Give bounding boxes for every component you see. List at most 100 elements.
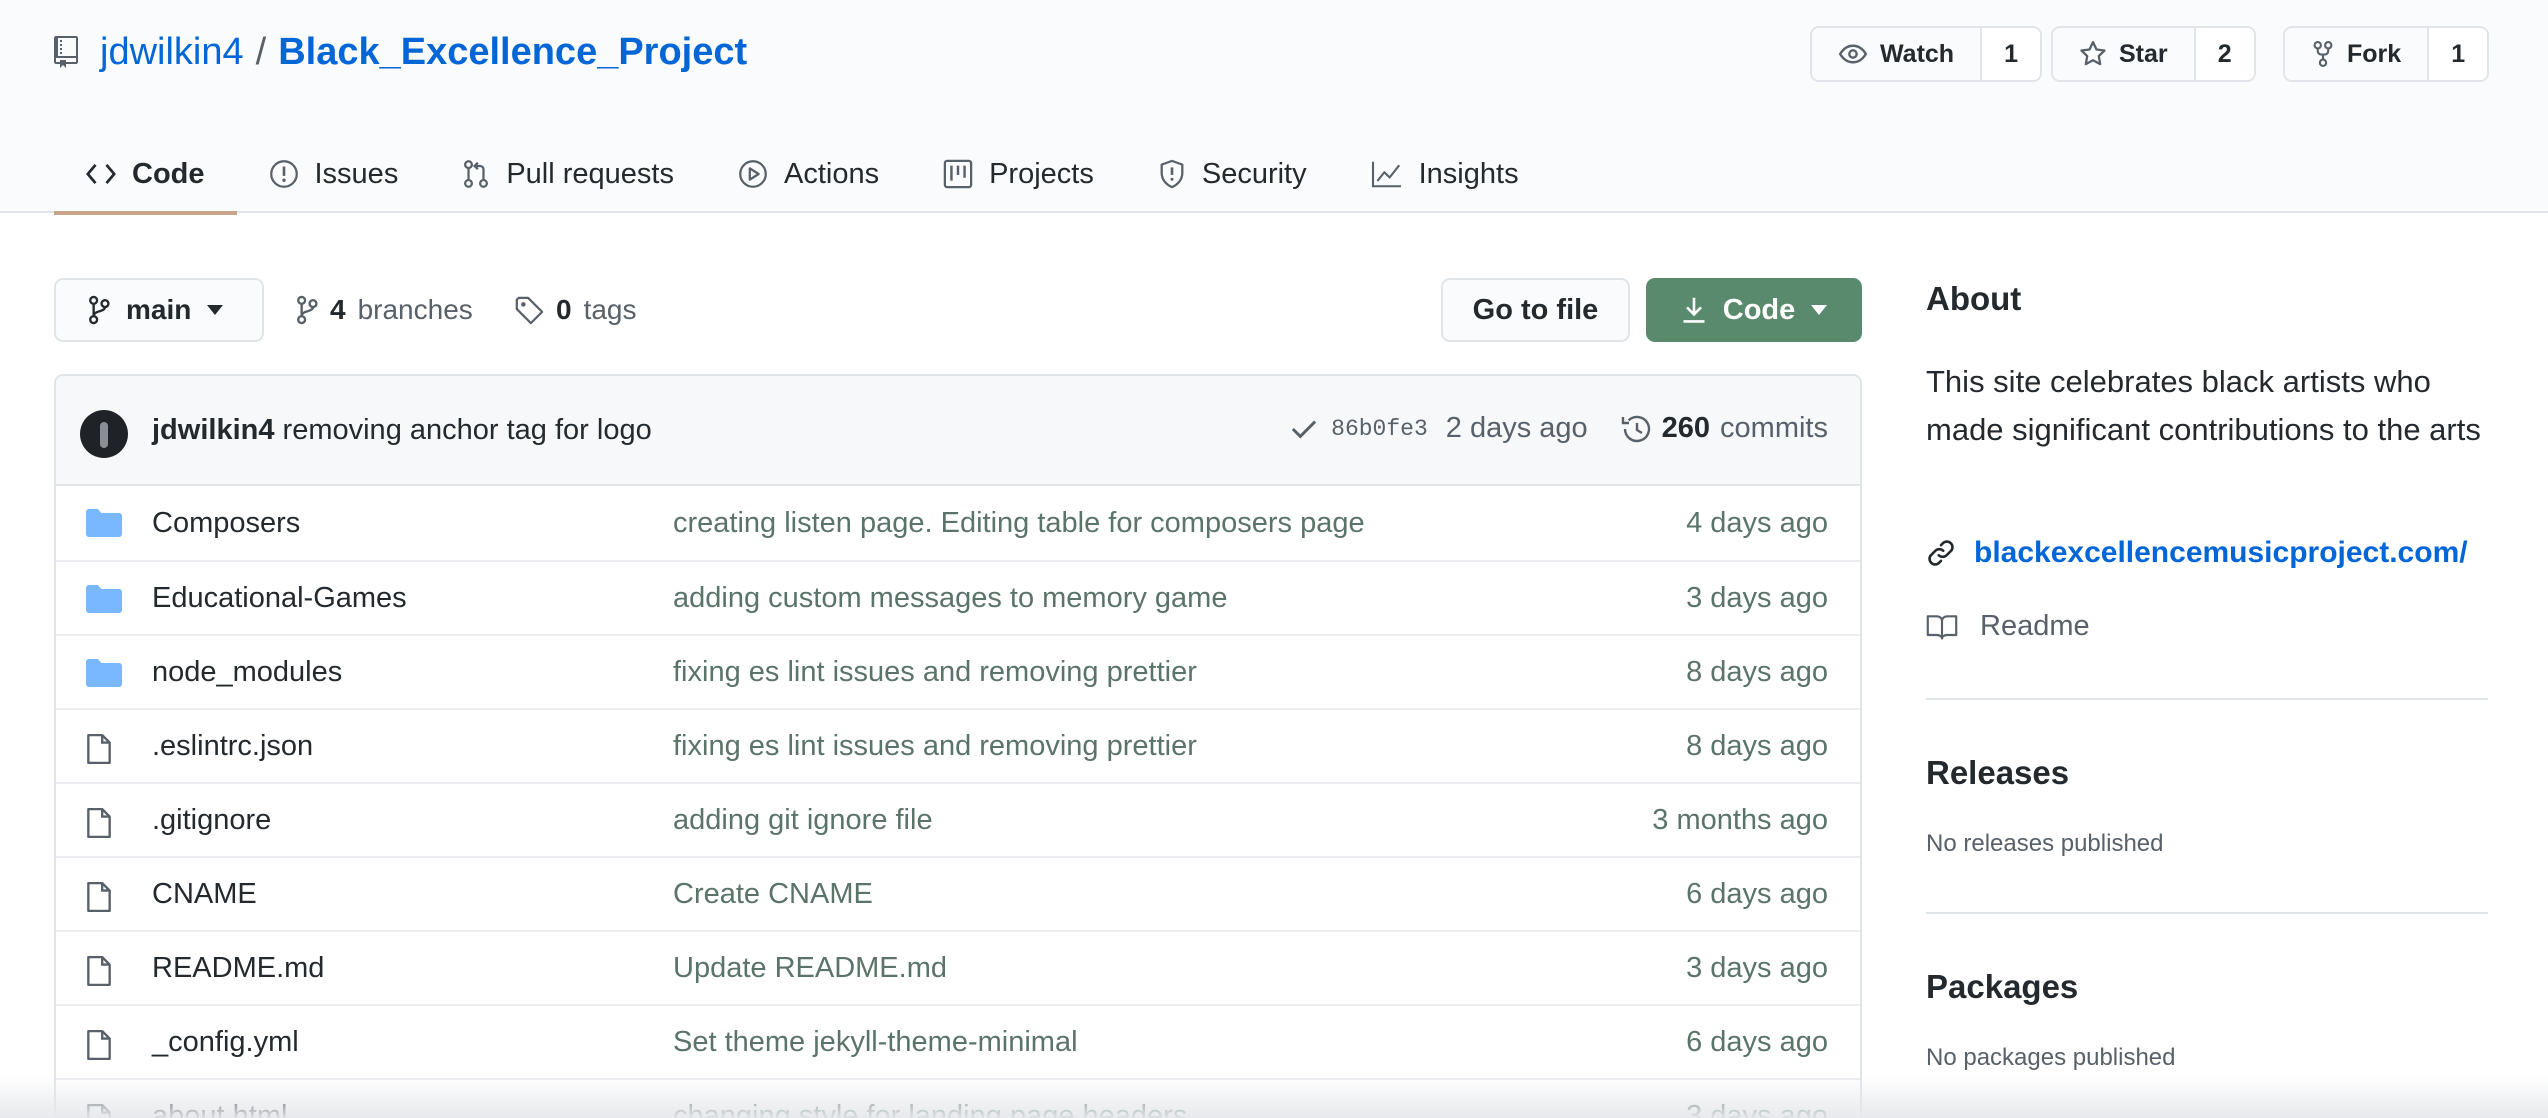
sidebar-divider [1926, 698, 2488, 700]
star-button[interactable]: Star [2053, 28, 2194, 80]
file-age: 3 days ago [1686, 951, 1828, 984]
download-icon [1681, 296, 1707, 324]
readme-label: Readme [1980, 610, 2090, 642]
website-url: blackexcellencemusicproject.com/ [1974, 536, 2468, 569]
file-commit-link[interactable]: Update README.md [673, 952, 947, 985]
about-description: This site celebrates black artists who m… [1926, 364, 2481, 447]
tab-label: Actions [783, 157, 880, 190]
repo-title: jdwilkin4 / Black_Excellence_Project [54, 22, 747, 82]
file-name-link[interactable]: .gitignore [152, 804, 271, 837]
file-icon [86, 733, 112, 765]
tab-security[interactable]: Security [1126, 134, 1339, 214]
tab-insights[interactable]: Insights [1339, 134, 1551, 214]
branches-link[interactable]: 4 branches [296, 286, 473, 334]
file-row[interactable]: Composers creating listen page. Editing … [56, 486, 1860, 560]
watch-button[interactable]: Watch [1812, 28, 1981, 80]
latest-commit-bar: jdwilkin4 removing anchor tag for logo 8… [56, 376, 1860, 486]
file-age: 8 days ago [1686, 729, 1828, 762]
branches-count: 4 [330, 294, 346, 325]
commit-author-link[interactable]: jdwilkin4 [152, 414, 274, 446]
file-icon [86, 955, 112, 987]
file-row[interactable]: node_modules fixing es lint issues and r… [56, 634, 1860, 708]
code-icon [86, 163, 116, 185]
fork-group: Fork 1 [2283, 26, 2490, 82]
commit-meta: 86b0fe3 2 days ago 260 commits [1291, 412, 1828, 445]
caret-down-icon [1811, 305, 1828, 315]
go-to-file-button[interactable]: Go to file [1441, 278, 1630, 342]
commits-label: commits [1720, 412, 1828, 444]
repo-icon [54, 36, 78, 68]
branch-select-button[interactable]: main [54, 278, 264, 342]
file-commit-link[interactable]: fixing es lint issues and removing prett… [673, 656, 1197, 689]
file-name-link[interactable]: Educational-Games [152, 582, 407, 615]
file-commit-link[interactable]: Set theme jekyll-theme-minimal [673, 1026, 1078, 1059]
branches-label: branches [357, 294, 473, 325]
file-row[interactable]: _config.yml Set theme jekyll-theme-minim… [56, 1004, 1860, 1078]
file-name-link[interactable]: _config.yml [152, 1026, 299, 1059]
commits-history-link[interactable]: 260 commits [1620, 412, 1828, 445]
repo-owner-link[interactable]: jdwilkin4 [100, 31, 244, 74]
file-name-link[interactable]: CNAME [152, 878, 257, 911]
file-age: 3 days ago [1686, 581, 1828, 614]
website-link[interactable]: blackexcellencemusicproject.com/ [1926, 536, 2468, 570]
tags-link[interactable]: 0 tags [514, 286, 637, 334]
code-download-button[interactable]: Code [1646, 278, 1862, 342]
fork-button[interactable]: Fork [2285, 28, 2428, 80]
readme-link[interactable]: Readme [1926, 610, 2090, 643]
commit-message-link[interactable]: removing anchor tag for logo [283, 414, 652, 446]
packages-heading[interactable]: Packages [1926, 968, 2078, 1006]
shield-icon [1158, 159, 1186, 189]
star-count[interactable]: 2 [2193, 28, 2254, 80]
tab-pull-requests[interactable]: Pull requests [430, 134, 706, 214]
file-row[interactable]: README.md Update README.md 3 days ago [56, 930, 1860, 1004]
file-icon [86, 807, 112, 839]
check-icon[interactable] [1291, 418, 1317, 440]
repo-name-link[interactable]: Black_Excellence_Project [278, 31, 747, 74]
file-commit-link[interactable]: fixing es lint issues and removing prett… [673, 730, 1197, 763]
fork-icon [2311, 40, 2335, 68]
pull-request-icon [462, 159, 490, 189]
tab-label: Issues [314, 157, 399, 190]
file-icon [86, 881, 112, 913]
tab-projects[interactable]: Projects [911, 134, 1126, 214]
file-commit-link[interactable]: Create CNAME [673, 878, 873, 911]
star-group: Star 2 [2051, 26, 2256, 82]
file-commit-link[interactable]: adding git ignore file [673, 804, 933, 837]
tab-label: Pull requests [506, 157, 674, 190]
file-commit-link[interactable]: adding custom messages to memory game [673, 582, 1227, 615]
file-commit-link[interactable]: creating listen page. Editing table for … [673, 507, 1365, 540]
file-commit-link[interactable]: changing style for landing page headers [673, 1100, 1187, 1118]
issue-icon [269, 159, 299, 189]
tab-actions[interactable]: Actions [706, 134, 911, 214]
tab-code[interactable]: Code [54, 134, 237, 215]
file-name-link[interactable]: .eslintrc.json [152, 730, 313, 763]
branch-icon [88, 295, 110, 325]
file-icon [86, 1103, 112, 1118]
file-name-link[interactable]: Composers [152, 507, 300, 540]
tab-label: Insights [1418, 157, 1519, 190]
watch-count[interactable]: 1 [1980, 28, 2041, 80]
file-browser: jdwilkin4 removing anchor tag for logo 8… [54, 374, 1862, 1118]
tab-issues[interactable]: Issues [237, 134, 431, 214]
file-row[interactable]: .gitignore adding git ignore file 3 mont… [56, 782, 1860, 856]
repo-tabs: Code Issues Pull requests Actions Projec… [54, 134, 1551, 215]
about-heading: About [1926, 280, 2022, 317]
file-row[interactable]: about.html changing style for landing pa… [56, 1078, 1860, 1118]
repo-header: jdwilkin4 / Black_Excellence_Project Wat… [0, 0, 2548, 215]
file-name-link[interactable]: README.md [152, 952, 324, 985]
file-age: 8 days ago [1686, 655, 1828, 688]
watch-group: Watch 1 [1810, 26, 2043, 82]
releases-heading[interactable]: Releases [1926, 754, 2069, 792]
file-row[interactable]: CNAME Create CNAME 6 days ago [56, 856, 1860, 930]
file-name-link[interactable]: about.html [152, 1100, 287, 1118]
graph-icon [1371, 160, 1403, 188]
link-icon [1926, 538, 1956, 568]
file-row[interactable]: Educational-Games adding custom messages… [56, 560, 1860, 634]
file-row[interactable]: .eslintrc.json fixing es lint issues and… [56, 708, 1860, 782]
avatar[interactable] [80, 410, 128, 458]
file-name-link[interactable]: node_modules [152, 656, 342, 689]
commit-sha-link[interactable]: 86b0fe3 [1331, 416, 1428, 442]
fork-count[interactable]: 1 [2427, 28, 2488, 80]
branch-icon [296, 295, 318, 325]
book-icon [1926, 613, 1958, 641]
